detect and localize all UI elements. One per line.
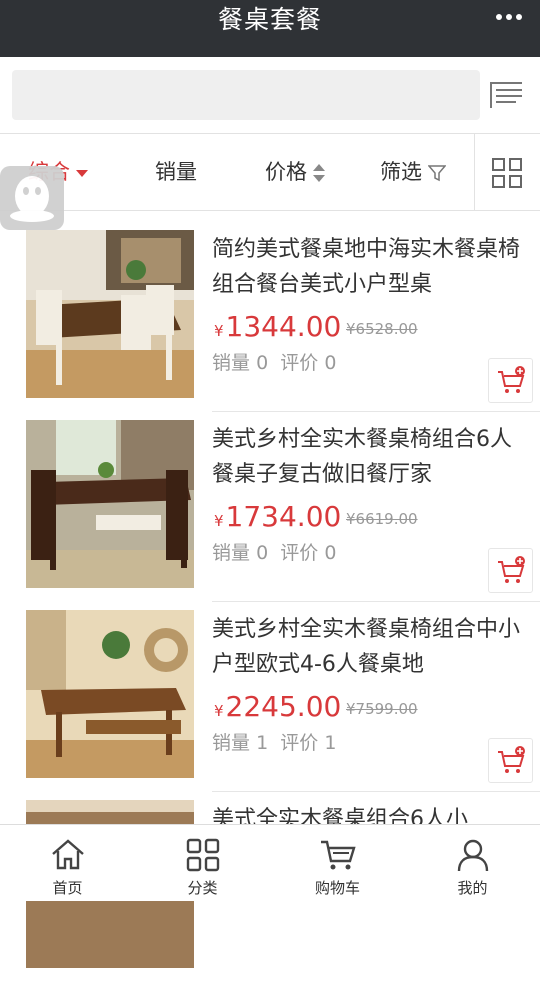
qq-float-button[interactable] — [0, 166, 64, 230]
list-view-icon[interactable] — [490, 81, 522, 109]
product-meta: 销量 0 评价 0 — [212, 542, 337, 564]
divider — [212, 601, 540, 602]
search-row — [0, 57, 540, 134]
product-name[interactable]: 简约美式餐桌地中海实木餐桌椅组合餐台美式小户型桌 — [212, 232, 522, 302]
qq-penguin-icon — [10, 176, 54, 222]
grid-view-icon[interactable] — [492, 158, 522, 188]
product-item[interactable]: 美式乡村全实木餐桌椅组合6人餐桌子复古做旧餐厅家 ¥1734.00 ¥6619.… — [0, 420, 540, 610]
tab-label: 首页 — [52, 879, 83, 897]
tab-cart[interactable]: 购物车 — [270, 825, 405, 901]
home-icon — [51, 839, 84, 870]
tab-category[interactable]: 分类 — [135, 825, 270, 901]
add-to-cart-button[interactable] — [488, 358, 533, 403]
product-old-price: ¥7599.00 — [346, 700, 418, 718]
tab-home[interactable]: 首页 — [0, 825, 135, 901]
search-input[interactable] — [12, 70, 480, 120]
category-grid-icon — [186, 838, 219, 872]
product-image — [26, 420, 194, 588]
sort-updown-icon — [313, 164, 325, 182]
add-cart-icon — [498, 556, 525, 583]
divider — [474, 134, 475, 210]
product-item[interactable]: 简约美式餐桌地中海实木餐桌椅组合餐台美式小户型桌 ¥1344.00 ¥6528.… — [0, 230, 540, 420]
cart-icon — [320, 840, 356, 870]
product-item[interactable]: 美式乡村全实木餐桌椅组合中小户型欧式4-6人餐桌地 ¥2245.00 ¥7599… — [0, 610, 540, 800]
product-price: ¥2245.00 — [214, 690, 342, 723]
product-price: ¥1344.00 — [214, 310, 342, 343]
page-title: 餐桌套餐 — [217, 5, 322, 34]
user-icon — [457, 839, 488, 872]
divider — [212, 411, 540, 412]
tab-mine[interactable]: 我的 — [405, 825, 540, 901]
filter-screen[interactable]: 筛选 — [380, 134, 446, 210]
add-to-cart-button[interactable] — [488, 548, 533, 593]
product-image — [26, 610, 194, 778]
filter-sales[interactable]: 销量 — [155, 134, 197, 210]
product-name[interactable]: 美式乡村全实木餐桌椅组合中小户型欧式4-6人餐桌地 — [212, 612, 522, 682]
filter-price[interactable]: 价格 — [265, 134, 325, 210]
divider — [212, 791, 540, 792]
top-bar: 餐桌套餐 — [0, 0, 540, 57]
add-to-cart-button[interactable] — [488, 738, 533, 783]
product-meta: 销量 0 评价 0 — [212, 352, 337, 374]
product-old-price: ¥6619.00 — [346, 510, 418, 528]
product-old-price: ¥6528.00 — [346, 320, 418, 338]
add-cart-icon — [498, 366, 525, 393]
funnel-icon — [428, 165, 446, 182]
caret-down-icon — [76, 169, 88, 177]
tab-label: 分类 — [187, 879, 218, 897]
tab-label: 我的 — [457, 879, 488, 897]
add-cart-icon — [498, 746, 525, 773]
tab-label: 购物车 — [314, 879, 360, 897]
more-dots-icon[interactable] — [496, 14, 522, 20]
product-meta: 销量 1 评价 1 — [212, 732, 337, 754]
filter-bar: 综合 销量 价格 筛选 — [0, 134, 540, 211]
product-name[interactable]: 美式乡村全实木餐桌椅组合6人餐桌子复古做旧餐厅家 — [212, 422, 522, 492]
filter-label: 价格 — [265, 160, 307, 184]
product-image — [26, 230, 194, 398]
bottom-nav: 首页 分类 购物车 我的 — [0, 824, 540, 901]
product-price: ¥1734.00 — [214, 500, 342, 533]
filter-label: 销量 — [155, 160, 197, 184]
filter-label: 筛选 — [380, 160, 422, 184]
